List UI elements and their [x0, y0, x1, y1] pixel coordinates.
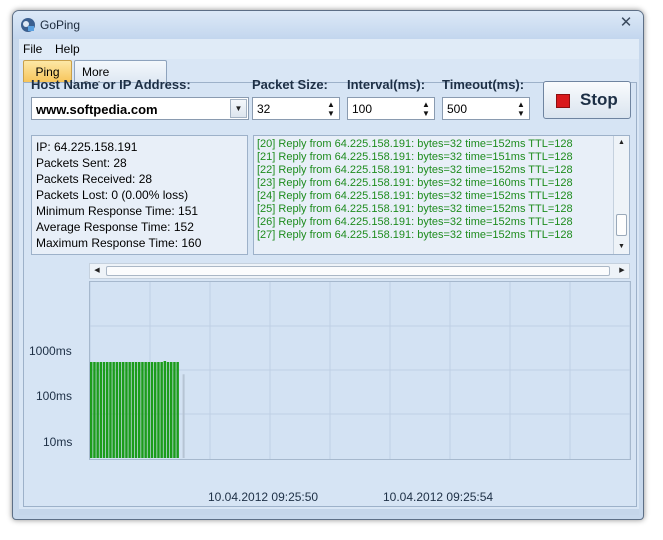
- spin-arrows-icon[interactable]: ▲ ▼: [516, 100, 526, 118]
- reply-log[interactable]: [20] Reply from 64.225.158.191: bytes=32…: [253, 135, 630, 255]
- chart-bar: [131, 362, 135, 458]
- scroll-up-icon[interactable]: ▲: [614, 136, 629, 150]
- stop-button[interactable]: Stop: [543, 81, 631, 119]
- app-icon: [21, 18, 35, 32]
- window-title: GoPing: [40, 18, 81, 32]
- chart-bar: [106, 362, 109, 458]
- host-value: www.softpedia.com: [36, 102, 158, 117]
- host-combobox[interactable]: www.softpedia.com ▼: [31, 97, 249, 120]
- chart-bar: [122, 362, 125, 458]
- interval-label: Interval(ms):: [347, 77, 426, 92]
- log-line: [24] Reply from 64.225.158.191: bytes=32…: [257, 190, 573, 202]
- chart-bar-pending: [182, 374, 185, 458]
- chevron-down-icon[interactable]: ▼: [230, 99, 247, 118]
- packet-size-value: 32: [257, 102, 271, 116]
- log-scrollbar[interactable]: ▲ ▼: [613, 136, 629, 254]
- log-line: [20] Reply from 64.225.158.191: bytes=32…: [257, 138, 573, 150]
- app-window: GoPing ✕ File Help Ping More Software Ho…: [12, 10, 644, 520]
- chart-bar: [138, 362, 141, 458]
- chart-bar: [160, 362, 163, 458]
- packet-size-label: Packet Size:: [252, 77, 328, 92]
- stop-label: Stop: [580, 90, 618, 109]
- stat-ip: IP: 64.225.158.191: [36, 140, 138, 154]
- status-bar: [19, 509, 639, 515]
- log-line: [27] Reply from 64.225.158.191: bytes=32…: [257, 229, 573, 241]
- log-line: [26] Reply from 64.225.158.191: bytes=32…: [257, 216, 573, 228]
- y-tick-label: 100ms: [36, 389, 73, 403]
- chart-bar: [128, 362, 131, 458]
- chart-bar: [154, 362, 157, 458]
- chart-scroll-thumb[interactable]: [106, 266, 610, 276]
- log-line: [23] Reply from 64.225.158.191: bytes=32…: [257, 177, 573, 189]
- chart-scrollbar[interactable]: ◀ ▶: [89, 263, 630, 279]
- menu-file[interactable]: File: [23, 42, 42, 56]
- chart-bar: [109, 362, 112, 458]
- chart-bar: [134, 362, 138, 458]
- chart-bar: [166, 362, 170, 458]
- log-line: [25] Reply from 64.225.158.191: bytes=32…: [257, 203, 573, 215]
- stat-avg-response: Average Response Time: 152: [36, 220, 194, 234]
- host-label: Host Name or IP Address:: [31, 77, 191, 92]
- chart-bar: [141, 362, 144, 458]
- chart-bar: [96, 362, 99, 458]
- stats-panel: IP: 64.225.158.191 Packets Sent: 28 Pack…: [31, 135, 248, 255]
- stat-max-response: Maximum Response Time: 160: [36, 236, 202, 250]
- chart-bar: [102, 362, 106, 458]
- chart-svg: [90, 282, 630, 459]
- title-bar: GoPing ✕: [13, 11, 643, 39]
- chart-bar: [112, 362, 115, 458]
- stat-packets-lost: Packets Lost: 0 (0.00% loss): [36, 188, 189, 202]
- menu-help[interactable]: Help: [55, 42, 80, 56]
- log-line: [22] Reply from 64.225.158.191: bytes=32…: [257, 164, 573, 176]
- stat-packets-received: Packets Received: 28: [36, 172, 153, 186]
- timeout-label: Timeout(ms):: [442, 77, 525, 92]
- chart-bar: [150, 362, 154, 458]
- scroll-thumb[interactable]: [616, 214, 627, 236]
- ping-chart: [89, 281, 631, 460]
- y-tick-label: 10ms: [43, 435, 73, 449]
- spin-arrows-icon[interactable]: ▲ ▼: [326, 100, 336, 118]
- stat-min-response: Minimum Response Time: 151: [36, 204, 199, 218]
- log-line: [21] Reply from 64.225.158.191: bytes=32…: [257, 151, 573, 163]
- interval-value: 100: [352, 102, 373, 116]
- chart-bar: [118, 362, 122, 458]
- chart-bar: [99, 362, 103, 458]
- spin-arrows-icon[interactable]: ▲ ▼: [421, 100, 431, 118]
- chart-bar: [115, 362, 119, 458]
- chart-bar: [170, 362, 173, 458]
- scroll-down-icon[interactable]: ▼: [614, 240, 629, 254]
- chart-bar: [90, 362, 93, 458]
- client-area: File Help Ping More Software Host Name o…: [19, 39, 639, 515]
- chart-bar: [125, 362, 128, 458]
- scroll-left-icon[interactable]: ◀: [90, 264, 104, 278]
- close-icon[interactable]: ✕: [617, 14, 635, 32]
- menu-bar: File Help: [19, 39, 639, 59]
- chart-bar: [173, 362, 176, 458]
- scroll-right-icon[interactable]: ▶: [615, 264, 629, 278]
- chart-bar: [163, 361, 167, 458]
- chart-bar: [176, 362, 179, 458]
- packet-size-stepper[interactable]: 32 ▲ ▼: [252, 97, 340, 120]
- chart-bar: [147, 362, 151, 458]
- interval-stepper[interactable]: 100 ▲ ▼: [347, 97, 435, 120]
- y-tick-label: 1000ms: [29, 344, 72, 358]
- timeout-value: 500: [447, 102, 468, 116]
- x-tick-label: 10.04.2012 09:25:50: [208, 490, 319, 504]
- timeout-stepper[interactable]: 500 ▲ ▼: [442, 97, 530, 120]
- chart-bar: [93, 362, 96, 458]
- chart-bar: [157, 362, 160, 458]
- x-tick-label: 10.04.2012 09:25:54: [383, 490, 494, 504]
- stop-icon: [556, 94, 570, 108]
- chart-bar: [144, 362, 147, 458]
- stat-packets-sent: Packets Sent: 28: [36, 156, 127, 170]
